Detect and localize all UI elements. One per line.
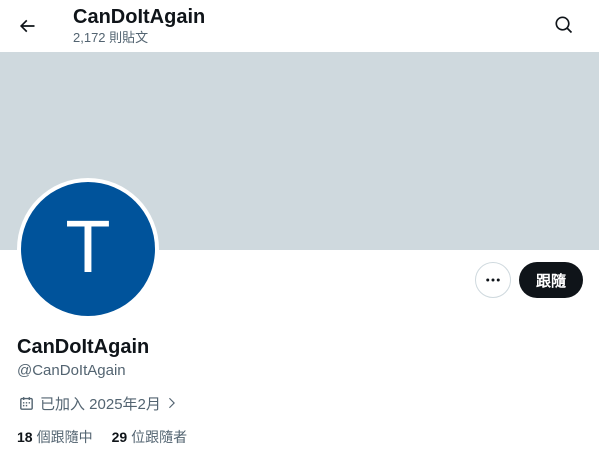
user-handle: @CanDoItAgain xyxy=(17,362,126,379)
avatar-image: T xyxy=(21,182,155,316)
header-title: CanDoItAgain xyxy=(73,6,206,28)
follow-stats: 18 個跟隨中 29 位跟隨者 xyxy=(17,427,206,447)
chevron-right-icon xyxy=(164,396,178,410)
more-options-button[interactable] xyxy=(475,262,511,298)
avatar-initial: T xyxy=(65,205,111,288)
joined-date[interactable]: 已加入 2025年2月 xyxy=(17,393,178,413)
more-horizontal-icon xyxy=(484,271,502,289)
followers-label: 位跟隨者 xyxy=(131,429,188,445)
follow-button[interactable]: 跟隨 xyxy=(519,262,583,298)
search-button[interactable] xyxy=(546,7,582,43)
joined-text: 已加入 2025年2月 xyxy=(40,395,161,413)
header-titles: CanDoItAgain 2,172 則貼文 xyxy=(73,5,205,46)
profile-page: CanDoItAgain 2,172 則貼文 T 跟隨 CanDoItAgain… xyxy=(0,0,599,449)
search-icon xyxy=(554,15,574,35)
top-bar: CanDoItAgain 2,172 則貼文 xyxy=(0,0,599,52)
following-link[interactable]: 18 個跟隨中 xyxy=(17,427,93,447)
following-label: 個跟隨中 xyxy=(36,429,93,445)
display-name: CanDoItAgain xyxy=(17,336,150,358)
calendar-icon xyxy=(17,394,35,412)
avatar[interactable]: T xyxy=(17,178,159,320)
followers-link[interactable]: 29 位跟隨者 xyxy=(112,427,188,447)
following-count: 18 xyxy=(17,429,33,445)
followers-count: 29 xyxy=(111,429,128,445)
arrow-left-icon xyxy=(17,16,37,36)
back-button[interactable] xyxy=(9,8,45,44)
post-count: 2,172 則貼文 xyxy=(73,30,149,45)
